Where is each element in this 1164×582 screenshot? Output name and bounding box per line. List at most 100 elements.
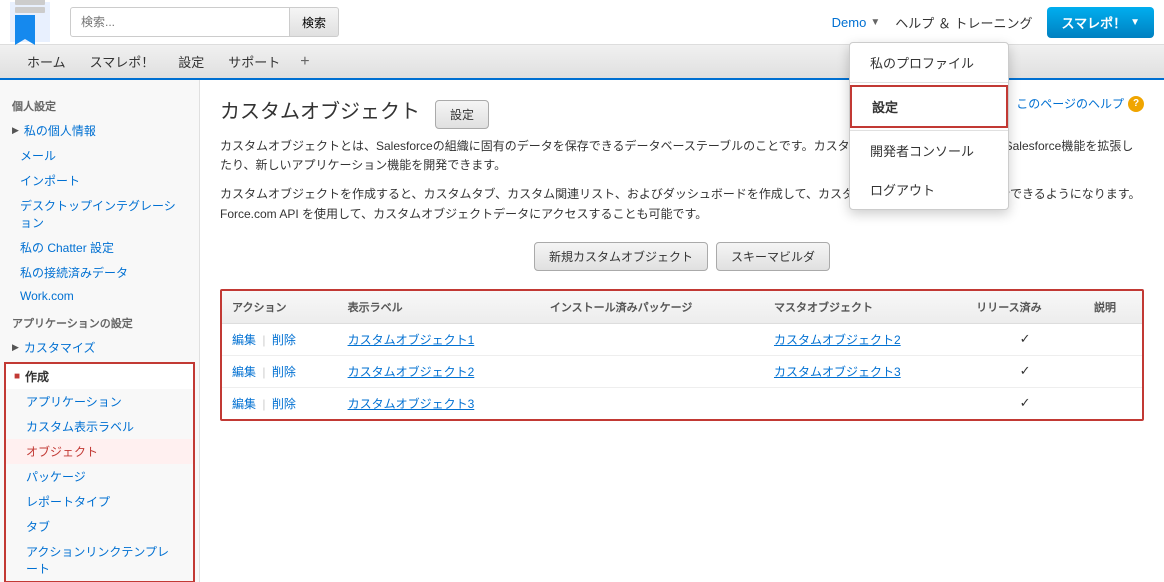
dropdown-item-settings[interactable]: 設定 bbox=[850, 85, 1008, 128]
col-master: マスタオブジェクト bbox=[764, 291, 966, 324]
cell-action: 編集 | 削除 bbox=[222, 323, 338, 355]
cell-action: 編集 | 削除 bbox=[222, 355, 338, 387]
logo-area bbox=[10, 2, 55, 42]
table-header-row: アクション 表示ラベル インストール済みパッケージ マスタオブジェクト リリース… bbox=[222, 291, 1142, 324]
dropdown-item-devconsole[interactable]: 開発者コンソール bbox=[850, 131, 1008, 170]
object-label-link[interactable]: カスタムオブジェクト2 bbox=[348, 365, 475, 379]
object-label-link[interactable]: カスタムオブジェクト1 bbox=[348, 333, 475, 347]
table-row: 編集 | 削除カスタムオブジェクト3✓ bbox=[222, 387, 1142, 419]
cell-master: カスタムオブジェクト2 bbox=[764, 323, 966, 355]
cell-installed bbox=[540, 355, 764, 387]
search-input[interactable] bbox=[70, 7, 290, 37]
cell-released: ✓ bbox=[966, 387, 1084, 419]
demo-dropdown[interactable]: Demo ▼ bbox=[832, 15, 881, 30]
cell-desc bbox=[1084, 387, 1142, 419]
sidebar-item-object[interactable]: オブジェクト bbox=[6, 439, 193, 464]
cell-released: ✓ bbox=[966, 323, 1084, 355]
bookmark-icon bbox=[15, 15, 35, 45]
header-right: Demo ▼ ヘルプ ＆ トレーニング スマレポ！ ▼ bbox=[832, 7, 1154, 38]
logo-icon bbox=[10, 2, 50, 42]
sidebar-item-desktop[interactable]: デスクトップインテグレーション bbox=[0, 193, 199, 235]
triangle-icon: ▶ bbox=[12, 125, 19, 136]
sidebar-item-package[interactable]: パッケージ bbox=[6, 464, 193, 489]
help-circle-icon: ? bbox=[1128, 96, 1144, 112]
schema-builder-button[interactable]: スキーマビルダ bbox=[716, 242, 830, 271]
cell-label: カスタムオブジェクト2 bbox=[338, 355, 540, 387]
cell-master: カスタムオブジェクト3 bbox=[764, 355, 966, 387]
action-separator: | bbox=[259, 397, 269, 411]
sidebar-item-tab[interactable]: タブ bbox=[6, 514, 193, 539]
delete-link[interactable]: 削除 bbox=[272, 365, 296, 379]
dropdown-divider bbox=[850, 82, 1008, 83]
edit-link[interactable]: 編集 bbox=[232, 365, 256, 379]
cell-desc bbox=[1084, 355, 1142, 387]
released-checkmark: ✓ bbox=[1020, 331, 1031, 346]
sidebar-item-action-template[interactable]: アクションリンクテンプレート bbox=[6, 539, 193, 581]
demo-label: Demo bbox=[832, 15, 867, 30]
nav-sumarep[interactable]: スマレポ！ bbox=[78, 44, 167, 79]
sidebar-item-connected[interactable]: 私の接続済みデータ bbox=[0, 260, 199, 285]
personal-section-title: 個人設定 bbox=[0, 90, 199, 118]
action-bar: 新規カスタムオブジェクト スキーマビルダ bbox=[220, 234, 1144, 279]
settings-button[interactable]: 設定 bbox=[435, 100, 489, 129]
sidebar-item-myinfo[interactable]: ▶ 私の個人情報 bbox=[0, 118, 199, 143]
object-label-link[interactable]: カスタムオブジェクト3 bbox=[348, 397, 475, 411]
col-action: アクション bbox=[222, 291, 338, 324]
col-label: 表示ラベル bbox=[338, 291, 540, 324]
sidebar-item-customize[interactable]: ▶ カスタマイズ bbox=[0, 335, 199, 360]
nav-support[interactable]: サポート bbox=[216, 44, 292, 79]
data-table-wrapper: アクション 表示ラベル インストール済みパッケージ マスタオブジェクト リリース… bbox=[220, 289, 1144, 421]
page-help[interactable]: このページのヘルプ ? bbox=[1016, 95, 1144, 112]
col-installed: インストール済みパッケージ bbox=[540, 291, 764, 324]
sidebar-item-report-type[interactable]: レポートタイプ bbox=[6, 489, 193, 514]
dropdown-item-profile[interactable]: 私のプロファイル bbox=[850, 43, 1008, 82]
sumarep-arrow-icon: ▼ bbox=[1130, 17, 1140, 28]
sidebar-item-import[interactable]: インポート bbox=[0, 168, 199, 193]
master-object-link[interactable]: カスタムオブジェクト3 bbox=[774, 365, 901, 379]
dropdown-item-logout[interactable]: ログアウト bbox=[850, 170, 1008, 209]
edit-link[interactable]: 編集 bbox=[232, 397, 256, 411]
sidebar-item-chatter[interactable]: 私の Chatter 設定 bbox=[0, 235, 199, 260]
cell-action: 編集 | 削除 bbox=[222, 387, 338, 419]
app-section-title: アプリケーションの設定 bbox=[0, 307, 199, 335]
delete-link[interactable]: 削除 bbox=[272, 333, 296, 347]
sidebar: 個人設定 ▶ 私の個人情報 メール インポート デスクトップインテグレーション … bbox=[0, 80, 200, 582]
cell-label: カスタムオブジェクト1 bbox=[338, 323, 540, 355]
create-section-header[interactable]: ■ 作成 bbox=[6, 364, 193, 389]
cell-desc bbox=[1084, 323, 1142, 355]
create-section-box: ■ 作成 アプリケーション カスタム表示ラベル オブジェクト パッケージ レポー… bbox=[4, 362, 195, 582]
new-custom-object-button[interactable]: 新規カスタムオブジェクト bbox=[534, 242, 708, 271]
action-separator: | bbox=[259, 365, 269, 379]
sumarep-button[interactable]: スマレポ！ ▼ bbox=[1047, 7, 1154, 38]
edit-link[interactable]: 編集 bbox=[232, 333, 256, 347]
sidebar-item-workcom[interactable]: Work.com bbox=[0, 285, 199, 307]
cell-released: ✓ bbox=[966, 355, 1084, 387]
search-area: 検索 bbox=[70, 7, 832, 37]
nav-plus[interactable]: + bbox=[292, 48, 317, 76]
master-object-link[interactable]: カスタムオブジェクト2 bbox=[774, 333, 901, 347]
released-checkmark: ✓ bbox=[1020, 363, 1031, 378]
content-area: このページのヘルプ ? カスタムオブジェクト 設定 カスタムオブジェクトとは、S… bbox=[200, 80, 1164, 582]
sidebar-item-app[interactable]: アプリケーション bbox=[6, 389, 193, 414]
col-released: リリース済み bbox=[966, 291, 1084, 324]
square-icon: ■ bbox=[14, 371, 20, 382]
page-help-label: このページのヘルプ bbox=[1016, 95, 1124, 112]
delete-link[interactable]: 削除 bbox=[272, 397, 296, 411]
nav-home[interactable]: ホーム bbox=[15, 44, 78, 79]
action-separator: | bbox=[259, 333, 269, 347]
nav-settings[interactable]: 設定 bbox=[166, 44, 216, 79]
sidebar-item-mail[interactable]: メール bbox=[0, 143, 199, 168]
table-row: 編集 | 削除カスタムオブジェクト1カスタムオブジェクト2✓ bbox=[222, 323, 1142, 355]
custom-objects-table: アクション 表示ラベル インストール済みパッケージ マスタオブジェクト リリース… bbox=[222, 291, 1142, 419]
search-button[interactable]: 検索 bbox=[290, 7, 339, 37]
col-desc: 説明 bbox=[1084, 291, 1142, 324]
triangle-icon2: ▶ bbox=[12, 342, 19, 353]
top-header: 検索 Demo ▼ ヘルプ ＆ トレーニング スマレポ！ ▼ 私のプロファイル … bbox=[0, 0, 1164, 45]
help-link[interactable]: ヘルプ ＆ トレーニング bbox=[895, 13, 1032, 32]
cell-installed bbox=[540, 323, 764, 355]
sidebar-item-custom-label[interactable]: カスタム表示ラベル bbox=[6, 414, 193, 439]
cell-label: カスタムオブジェクト3 bbox=[338, 387, 540, 419]
cell-installed bbox=[540, 387, 764, 419]
dropdown-arrow-icon: ▼ bbox=[870, 17, 880, 28]
dropdown-menu: 私のプロファイル 設定 開発者コンソール ログアウト bbox=[849, 42, 1009, 210]
